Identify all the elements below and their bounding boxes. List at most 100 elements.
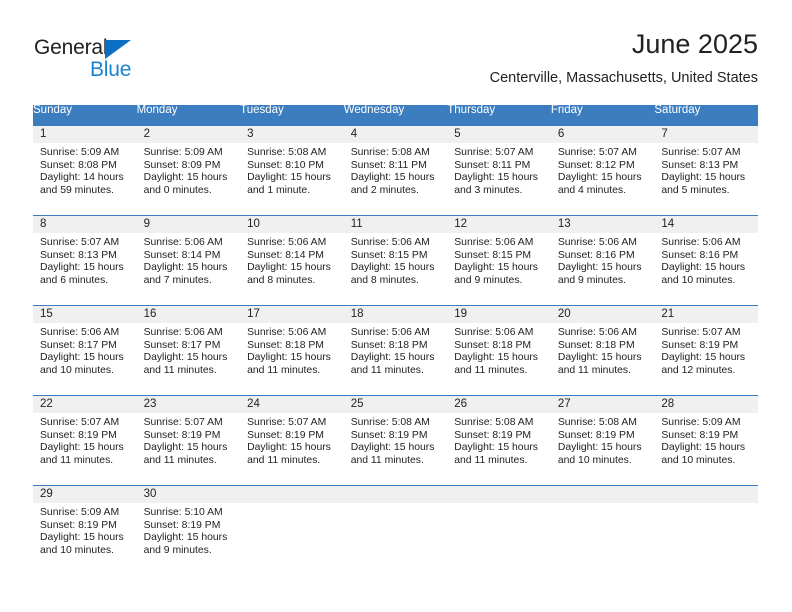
daylight-text-line2: and 11 minutes. [454,454,528,466]
daylight-text-line2: and 8 minutes. [350,274,419,286]
day-detail: Sunrise: 5:06 AM Sunset: 8:18 PM Daylight:… [447,323,551,377]
day-cell-inner: 8 Sunrise: 5:07 AM Sunset: 8:13 PM Daylight… [33,216,137,305]
day-number: 24 [240,396,344,413]
day-number: 1 [33,126,137,143]
daylight-text-line2: and 9 minutes. [143,544,212,556]
calendar-day-cell[interactable]: 1 Sunrise: 5:09 AM Sunset: 8:08 PM Daylight… [33,126,137,216]
day-detail: Sunrise: 5:06 AM Sunset: 8:15 PM Daylight:… [447,233,551,287]
sunset-text: Sunset: 8:16 PM [557,249,635,261]
day-detail: Sunrise: 5:09 AM Sunset: 8:19 PM Daylight:… [654,413,758,467]
daylight-text-line2: and 11 minutes. [350,454,424,466]
daylight-text-line2: and 11 minutes. [247,454,321,466]
sunrise-text: Sunrise: 5:08 AM [454,417,534,428]
calendar-day-cell[interactable]: 18 Sunrise: 5:06 AM Sunset: 8:18 PM Dayligh… [343,305,448,396]
calendar-day-cell[interactable]: 14 Sunrise: 5:06 AM Sunset: 8:16 PM Dayligh… [654,215,758,306]
day-cell-inner: 12 Sunrise: 5:06 AM Sunset: 8:15 PM Dayligh… [447,216,551,305]
day-detail: Sunrise: 5:06 AM Sunset: 8:14 PM Daylight:… [240,233,344,287]
calendar-day-cell[interactable]: 5 Sunrise: 5:07 AM Sunset: 8:11 PM Daylight… [447,126,551,216]
sunset-text: Sunset: 8:18 PM [350,339,428,351]
day-cell-inner: 1 Sunrise: 5:09 AM Sunset: 8:08 PM Daylight… [33,126,137,215]
calendar-empty-cell [447,485,551,575]
calendar-day-cell[interactable]: 27 Sunrise: 5:08 AM Sunset: 8:19 PM Dayligh… [550,395,655,486]
calendar-day-cell[interactable]: 9 Sunrise: 5:06 AM Sunset: 8:14 PM Daylight… [136,215,241,306]
daylight-text-line2: and 11 minutes. [454,364,528,376]
calendar-day-cell[interactable]: 6 Sunrise: 5:07 AM Sunset: 8:12 PM Daylight… [550,126,655,216]
calendar-page: General Blue June 2025 Centerville, Mass… [0,0,792,612]
sunrise-text: Sunrise: 5:08 AM [247,147,327,158]
day-cell-inner: 5 Sunrise: 5:07 AM Sunset: 8:11 PM Daylight… [447,126,551,215]
calendar-day-cell[interactable]: 13 Sunrise: 5:06 AM Sunset: 8:16 PM Dayligh… [550,215,655,306]
calendar-day-cell[interactable]: 25 Sunrise: 5:08 AM Sunset: 8:19 PM Dayligh… [343,395,448,486]
sunset-text: Sunset: 8:08 PM [40,159,117,171]
sunset-text: Sunset: 8:18 PM [557,339,635,351]
calendar-day-cell[interactable]: 17 Sunrise: 5:06 AM Sunset: 8:18 PM Dayligh… [240,305,344,396]
day-detail: Sunrise: 5:07 AM Sunset: 8:19 PM Daylight:… [240,413,344,467]
daylight-text-line2: and 7 minutes. [143,274,212,286]
daylight-text-line1: Daylight: 15 hours [557,352,642,364]
calendar-day-cell[interactable]: 2 Sunrise: 5:09 AM Sunset: 8:09 PM Daylight… [136,126,241,216]
day-number: 5 [447,126,551,143]
calendar-table-head: Sunday Monday Tuesday Wednesday Thursday… [33,104,758,126]
day-number [550,486,655,503]
calendar-day-cell[interactable]: 10 Sunrise: 5:06 AM Sunset: 8:14 PM Dayligh… [240,215,344,306]
calendar-day-cell[interactable]: 16 Sunrise: 5:06 AM Sunset: 8:17 PM Dayligh… [136,305,241,396]
day-number: 14 [654,216,758,233]
sunset-text: Sunset: 8:10 PM [247,159,324,171]
sunset-text: Sunset: 8:11 PM [350,159,427,171]
calendar-day-cell[interactable]: 4 Sunrise: 5:08 AM Sunset: 8:11 PM Daylight… [343,126,448,216]
daylight-text-line2: and 11 minutes. [143,454,217,466]
calendar-day-cell[interactable]: 8 Sunrise: 5:07 AM Sunset: 8:13 PM Daylight… [33,215,137,306]
weekday-header-sunday: Sunday [33,104,137,126]
calendar-day-cell[interactable]: 26 Sunrise: 5:08 AM Sunset: 8:19 PM Dayligh… [447,395,551,486]
sunset-text: Sunset: 8:12 PM [557,159,635,171]
daylight-text-line1: Daylight: 15 hours [143,532,228,544]
calendar-day-cell[interactable]: 21 Sunrise: 5:07 AM Sunset: 8:19 PM Dayligh… [654,305,758,396]
daylight-text-line1: Daylight: 14 hours [40,172,124,184]
day-cell-inner: 4 Sunrise: 5:08 AM Sunset: 8:11 PM Daylight… [343,126,448,215]
calendar-day-cell[interactable]: 20 Sunrise: 5:06 AM Sunset: 8:18 PM Dayligh… [550,305,655,396]
daylight-text-line2: and 10 minutes. [40,364,114,376]
sunrise-text: Sunrise: 5:06 AM [143,327,223,338]
calendar-day-cell[interactable]: 28 Sunrise: 5:09 AM Sunset: 8:19 PM Dayligh… [654,395,758,486]
daylight-text-line1: Daylight: 15 hours [661,262,746,274]
sunset-text: Sunset: 8:14 PM [247,249,324,261]
day-cell-inner: 17 Sunrise: 5:06 AM Sunset: 8:18 PM Dayligh… [240,306,344,395]
weekday-header-row: Sunday Monday Tuesday Wednesday Thursday… [33,104,758,126]
weekday-header-thursday: Thursday [447,104,551,126]
sunset-text: Sunset: 8:19 PM [454,429,532,441]
daylight-text-line2: and 9 minutes. [557,274,626,286]
generalblue-logo[interactable]: General Blue [34,36,214,86]
sunrise-text: Sunrise: 5:08 AM [350,417,430,428]
day-detail: Sunrise: 5:07 AM Sunset: 8:19 PM Daylight:… [654,323,758,377]
calendar-day-cell[interactable]: 11 Sunrise: 5:06 AM Sunset: 8:15 PM Dayligh… [343,215,448,306]
day-number: 9 [136,216,241,233]
day-number: 21 [654,306,758,323]
daylight-text-line2: and 11 minutes. [40,454,114,466]
day-number: 27 [550,396,655,413]
sunset-text: Sunset: 8:19 PM [40,519,117,531]
calendar-day-cell[interactable]: 7 Sunrise: 5:07 AM Sunset: 8:13 PM Daylight… [654,126,758,216]
calendar-day-cell[interactable]: 29 Sunrise: 5:09 AM Sunset: 8:19 PM Dayligh… [33,485,137,575]
day-number [654,486,758,503]
sunrise-text: Sunrise: 5:06 AM [454,327,534,338]
calendar-week-row: 29 Sunrise: 5:09 AM Sunset: 8:19 PM Dayligh… [33,485,758,575]
day-detail: Sunrise: 5:06 AM Sunset: 8:16 PM Daylight:… [551,233,655,287]
day-cell-inner: 16 Sunrise: 5:06 AM Sunset: 8:17 PM Dayligh… [136,306,241,395]
calendar-day-cell[interactable]: 15 Sunrise: 5:06 AM Sunset: 8:17 PM Dayligh… [33,305,137,396]
calendar-day-cell[interactable]: 3 Sunrise: 5:08 AM Sunset: 8:10 PM Daylight… [240,126,344,216]
day-cell-inner: 3 Sunrise: 5:08 AM Sunset: 8:10 PM Daylight… [240,126,344,215]
day-cell-inner: 6 Sunrise: 5:07 AM Sunset: 8:12 PM Daylight… [550,126,655,215]
sunset-text: Sunset: 8:17 PM [143,339,221,351]
sunrise-text: Sunrise: 5:06 AM [247,327,327,338]
sunrise-text: Sunrise: 5:06 AM [40,327,120,338]
day-number [240,486,344,503]
calendar-day-cell[interactable]: 24 Sunrise: 5:07 AM Sunset: 8:19 PM Dayligh… [240,395,344,486]
calendar-day-cell[interactable]: 19 Sunrise: 5:06 AM Sunset: 8:18 PM Dayligh… [447,305,551,396]
calendar-day-cell[interactable]: 22 Sunrise: 5:07 AM Sunset: 8:19 PM Dayligh… [33,395,137,486]
daylight-text-line1: Daylight: 15 hours [557,172,642,184]
calendar-day-cell[interactable]: 12 Sunrise: 5:06 AM Sunset: 8:15 PM Dayligh… [447,215,551,306]
daylight-text-line1: Daylight: 15 hours [143,442,228,454]
calendar-day-cell[interactable]: 23 Sunrise: 5:07 AM Sunset: 8:19 PM Dayligh… [136,395,241,486]
logo-text-general: General [34,36,108,59]
calendar-day-cell[interactable]: 30 Sunrise: 5:10 AM Sunset: 8:19 PM Dayligh… [136,485,241,575]
